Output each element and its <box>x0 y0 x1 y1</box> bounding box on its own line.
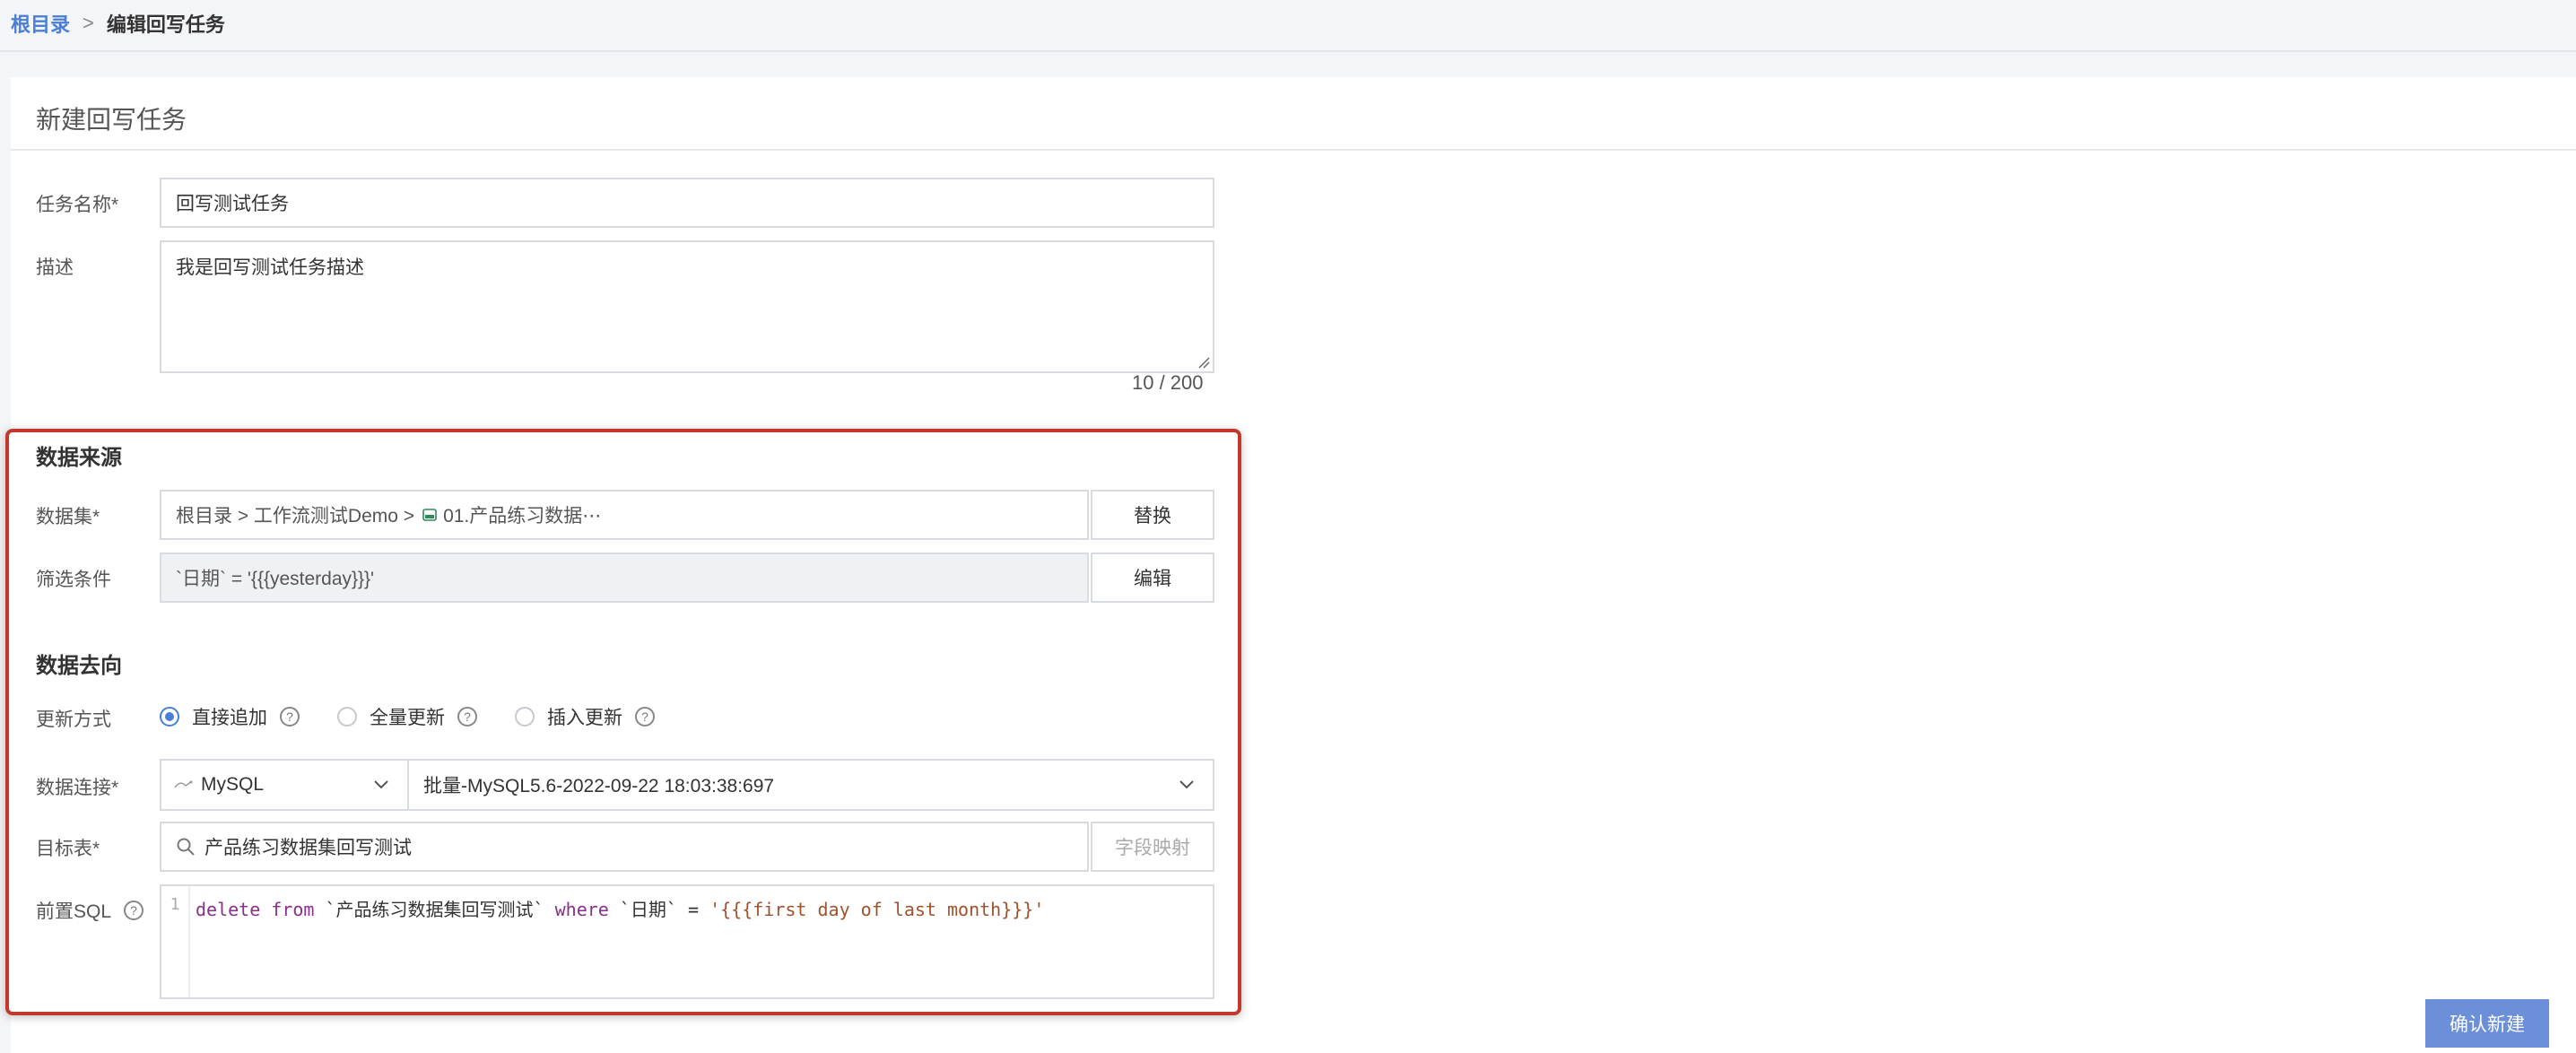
target-table-search-input[interactable]: 产品练习数据集回写测试 <box>160 822 1089 872</box>
breadcrumb-current: 编辑回写任务 <box>106 13 225 36</box>
presql-label: 前置SQL <box>36 901 112 922</box>
sql-keyword-where: where <box>554 899 609 920</box>
connection-name-select[interactable]: 批量-MySQL5.6-2022-09-22 18:03:38:697 <box>407 759 1214 811</box>
title-divider <box>11 149 2576 151</box>
radio-append-circle[interactable] <box>160 707 179 727</box>
sql-keyword-delete: delete from <box>196 899 315 920</box>
form-card: 新建回写任务 任务名称* 回写测试任务 描述 我是回写测试任务描述 10 / 2… <box>11 77 2576 1053</box>
dataset-path-input[interactable]: 根目录 > 工作流测试Demo > 01.产品练习数据⋯ <box>160 490 1089 540</box>
breadcrumb: 根目录 > 编辑回写任务 <box>11 9 225 38</box>
description-counter: 10 / 200 <box>1132 371 1204 394</box>
line-number: 1 <box>170 895 180 914</box>
chevron-down-icon <box>374 780 388 789</box>
help-icon[interactable]: ? <box>124 901 144 920</box>
update-mode-radio-group: 直接追加 ? 全量更新 ? 插入更新 ? <box>160 703 692 730</box>
dataset-path-prefix: 根目录 > 工作流测试Demo > <box>176 506 415 526</box>
target-table-label: 目标表* <box>36 839 100 859</box>
task-name-label: 任务名称* <box>36 195 119 215</box>
breadcrumb-separator: > <box>83 12 94 34</box>
sql-string-literal: '{{{first day of last month}}}' <box>709 899 1045 920</box>
confirm-create-button[interactable]: 确认新建 <box>2425 999 2549 1048</box>
help-icon[interactable]: ? <box>457 707 477 727</box>
presql-label-wrapper: 前置SQL ? <box>36 897 144 924</box>
target-table-value: 产品练习数据集回写测试 <box>205 838 412 858</box>
help-icon[interactable]: ? <box>280 707 300 727</box>
filter-condition-input: `日期` = '{{{yesterday}}}' <box>160 553 1089 603</box>
field-mapping-button[interactable]: 字段映射 <box>1091 822 1214 872</box>
help-icon[interactable]: ? <box>635 707 655 727</box>
filter-label: 筛选条件 <box>36 570 111 590</box>
line-number-gutter: 1 <box>161 886 190 997</box>
data-target-section-title: 数据去向 <box>36 654 122 678</box>
task-name-input[interactable]: 回写测试任务 <box>160 178 1214 228</box>
replace-button[interactable]: 替换 <box>1091 490 1214 540</box>
mysql-icon <box>174 780 193 788</box>
description-textarea[interactable]: 我是回写测试任务描述 <box>160 240 1214 373</box>
edit-filter-button[interactable]: 编辑 <box>1091 553 1214 603</box>
radio-full-update-circle[interactable] <box>337 707 357 727</box>
filter-condition-value: `日期` = '{{{yesterday}}}' <box>176 569 375 589</box>
radio-full-update-label: 全量更新 <box>370 708 445 728</box>
connection-type-select[interactable]: MySQL <box>160 759 409 811</box>
description-value: 我是回写测试任务描述 <box>176 257 364 278</box>
dataset-label: 数据集* <box>36 507 100 527</box>
radio-insert-update-circle[interactable] <box>515 707 535 727</box>
description-label: 描述 <box>36 257 74 278</box>
code-line: delete from `产品练习数据集回写测试` where `日期` = '… <box>196 895 1044 921</box>
dataset-icon <box>422 509 437 521</box>
page-title: 新建回写任务 <box>36 106 187 134</box>
radio-full-update[interactable]: 全量更新 ? <box>337 703 477 730</box>
task-name-value: 回写测试任务 <box>176 194 289 214</box>
chevron-down-icon <box>1179 780 1194 789</box>
connection-type-value: MySQL <box>201 774 265 795</box>
resize-handle-icon[interactable] <box>1197 356 1210 369</box>
data-source-section-title: 数据来源 <box>36 446 122 470</box>
radio-append[interactable]: 直接追加 ? <box>160 703 300 730</box>
breadcrumb-root-link[interactable]: 根目录 <box>11 9 70 38</box>
update-mode-label: 更新方式 <box>36 709 111 730</box>
radio-insert-update[interactable]: 插入更新 ? <box>515 703 655 730</box>
sql-identifier-column: `日期` = <box>608 899 710 920</box>
connection-label: 数据连接* <box>36 778 119 798</box>
sql-identifier-table: `产品练习数据集回写测试` <box>314 899 555 920</box>
dataset-name: 01.产品练习数据⋯ <box>443 506 602 526</box>
search-icon <box>177 838 195 856</box>
radio-insert-update-label: 插入更新 <box>547 708 622 728</box>
presql-code-editor[interactable]: 1 delete from `产品练习数据集回写测试` where `日期` =… <box>160 884 1214 999</box>
connection-name-value: 批量-MySQL5.6-2022-09-22 18:03:38:697 <box>423 776 775 796</box>
top-bar: 根目录 > 编辑回写任务 <box>0 0 2576 52</box>
radio-append-label: 直接追加 <box>192 708 267 728</box>
